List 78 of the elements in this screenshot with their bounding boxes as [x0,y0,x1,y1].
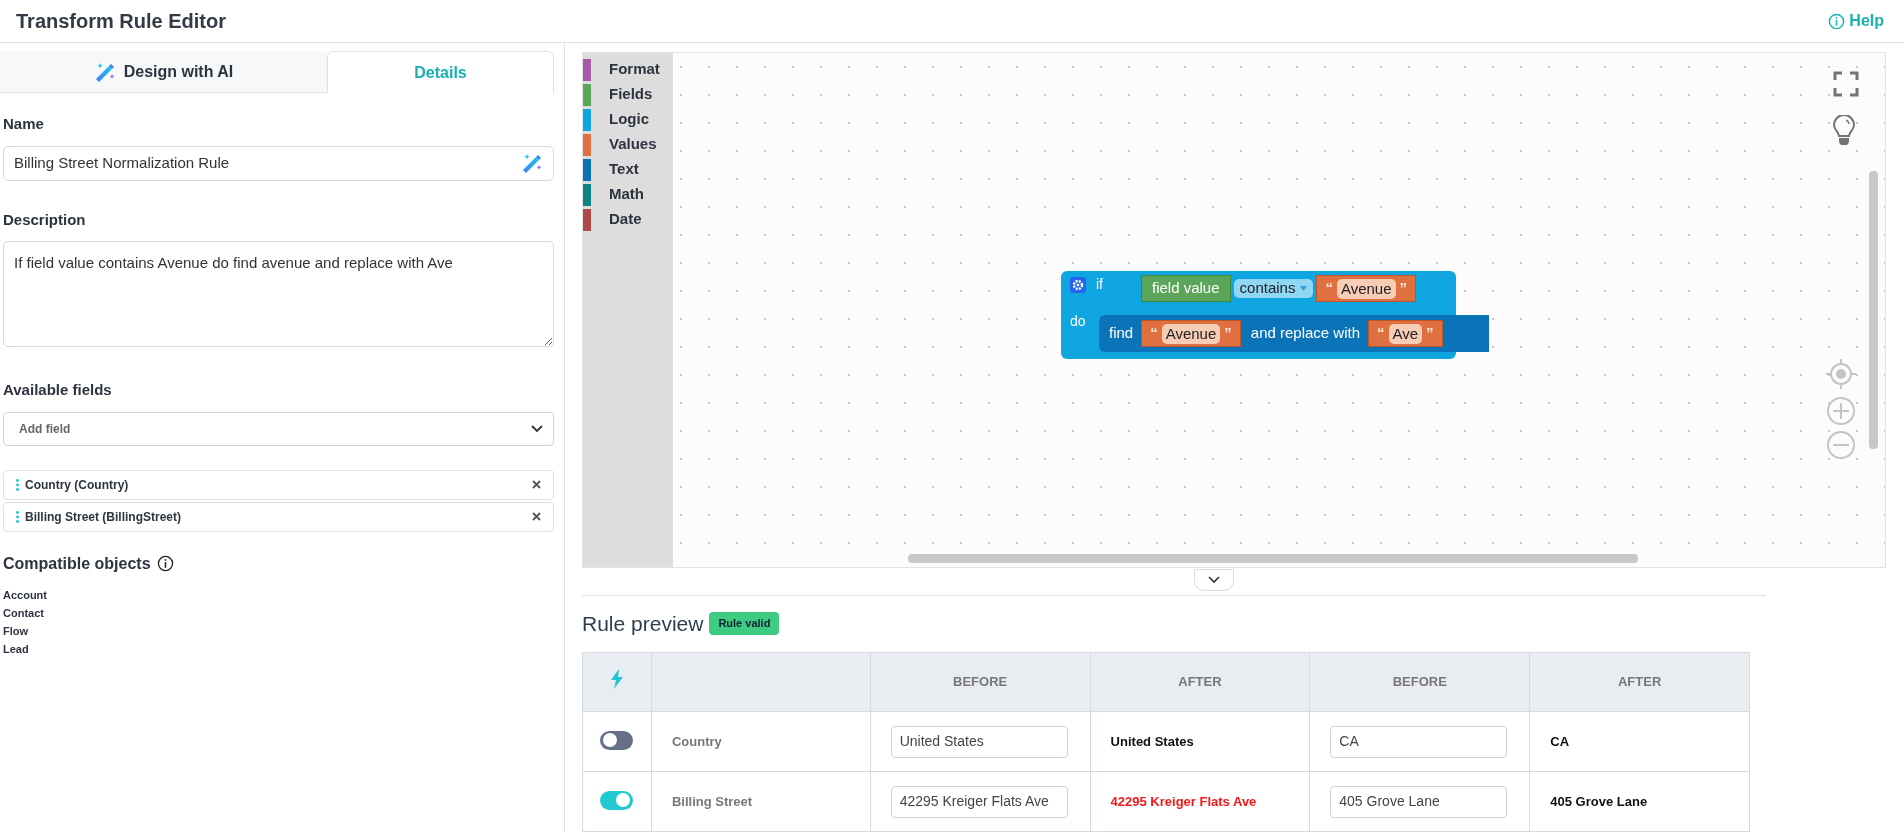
lightning-icon [609,669,624,690]
quote-mark: ” [1426,323,1434,344]
chevron-down-icon [531,424,543,433]
horizontal-scrollbar[interactable] [908,553,1638,563]
text-block[interactable]: “ Avenue ” [1316,275,1417,302]
object-name: Lead [3,641,30,657]
status-badge: Rule valid [709,612,780,635]
block-workspace[interactable]: Format Fields Logic Values Text Math Date if do field value contains “ Avenue ” find “ Avenue ” and replace with “ Ave ” [582,52,1886,568]
toolbox-category[interactable]: Date [609,208,642,231]
toggle-switch[interactable] [600,730,634,750]
drag-handle-icon[interactable] [16,510,19,523]
column-header: AFTER [1617,674,1662,690]
field-name: Country (Country) [25,476,130,494]
text-value[interactable]: Avenue [1161,323,1221,344]
fullscreen-icon[interactable] [1833,71,1859,97]
result-text: 405 Grove Lane [1550,793,1648,809]
magic-wand-icon[interactable] [521,152,543,174]
add-field-dropdown[interactable]: Add field [3,411,554,446]
toolbox-category[interactable]: Text [609,158,639,181]
text-value[interactable]: Avenue [1336,278,1396,299]
text-value[interactable]: Ave [1388,323,1423,344]
quote-mark: ” [1224,323,1232,344]
gear-icon[interactable] [1070,277,1086,293]
toolbox-category[interactable]: Format [609,58,660,81]
chevron-down-icon [1208,575,1220,584]
sample-input[interactable]: United States [890,725,1068,758]
vertical-scrollbar[interactable] [1869,171,1878,449]
collapse-button[interactable] [1194,568,1234,591]
description-field[interactable]: If field value contains Avenue do find avenue and replace with Ave [3,241,554,347]
section-label: Compatible objects [3,553,151,574]
sample-input[interactable]: 405 Grove Lane [1330,785,1508,818]
drag-handle-icon[interactable] [16,478,19,491]
remove-icon[interactable] [532,512,541,521]
page-title: Transform Rule Editor [16,9,227,34]
section-title: Rule preview [582,610,704,637]
remove-icon[interactable] [532,480,541,489]
tab[interactable]: Design with AI [0,51,327,93]
field-chip[interactable]: Country (Country) [3,469,554,500]
toggle-switch[interactable] [600,790,634,810]
toolbox-category[interactable]: Logic [609,108,649,131]
field-name: Country [671,733,722,749]
field-name: Billing Street [671,793,753,809]
field-chip[interactable]: Billing Street (BillingStreet) [3,501,554,532]
info-icon[interactable] [156,555,174,572]
find-replace-block[interactable]: find “ Avenue ” and replace with “ Ave ” [1099,315,1489,352]
sample-input[interactable]: 42295 Kreiger Flats Ave [890,785,1068,818]
result-text: United States [1110,733,1194,749]
result-text: 42295 Kreiger Flats Ave [1110,793,1257,809]
text-block[interactable]: “ Avenue ” [1141,320,1241,347]
field-label: Description [3,209,87,230]
field-label: Available fields [3,380,113,400]
quote-mark: “ [1150,323,1158,344]
column-header: AFTER [1178,674,1222,690]
info-icon [1828,12,1846,30]
toolbox-category[interactable]: Math [609,183,644,206]
object-name: Flow [3,623,30,639]
object-name: Contact [3,605,45,621]
sample-input[interactable]: CA [1330,725,1508,758]
toolbox-category[interactable]: Values [609,133,657,156]
text-block[interactable]: “ Ave ” [1368,320,1443,347]
quote-mark: ” [1399,278,1408,299]
column-header: BEFORE [953,674,1008,690]
quote-mark: “ [1325,278,1333,299]
keyword-label: do [1070,312,1086,331]
object-name: Account [3,587,48,603]
operator-dropdown[interactable]: contains [1233,279,1314,298]
keyword-label: find [1109,323,1134,344]
toolbox-category[interactable]: Fields [609,83,653,106]
field-name: Billing Street (BillingStreet) [25,508,182,526]
keyword-label: and replace with [1250,323,1361,344]
keyword-label: if [1096,275,1103,294]
result-text: CA [1550,733,1570,749]
column-header: BEFORE [1392,674,1447,690]
field-label: Name [3,114,45,134]
dropdown-arrow-icon [1300,286,1308,291]
lightbulb-icon[interactable] [1833,115,1855,145]
name-field[interactable]: Billing Street Normalization Rule [3,145,554,181]
quote-mark: “ [1377,323,1385,344]
